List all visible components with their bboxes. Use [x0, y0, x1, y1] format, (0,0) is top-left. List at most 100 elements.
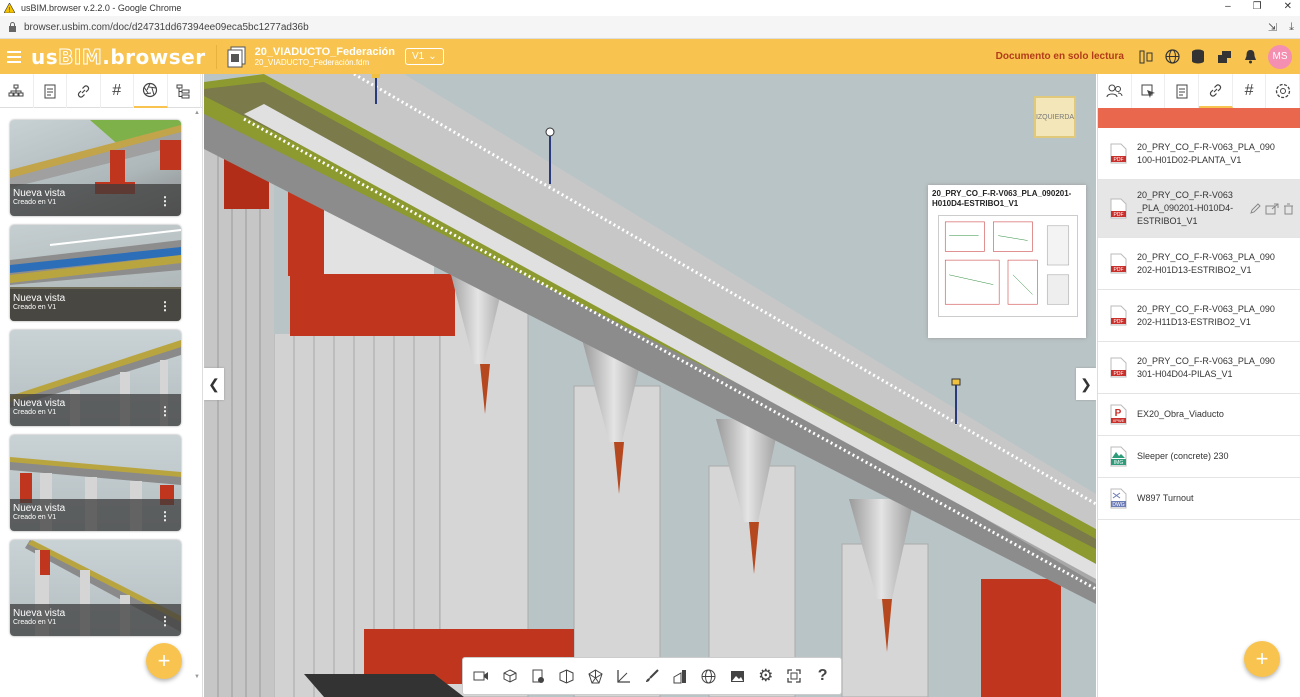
- image-file-icon: IMG: [1110, 446, 1127, 467]
- database-icon[interactable]: [1190, 49, 1206, 65]
- box-section-icon[interactable]: [556, 665, 578, 687]
- help-icon[interactable]: ?: [812, 665, 834, 687]
- avatar[interactable]: MS: [1268, 44, 1292, 69]
- list-item[interactable]: PDF 20_PRY_CO_F-R-V063_PLA_090202-H01D13…: [1098, 238, 1300, 290]
- list-item[interactable]: IMG Sleeper (concrete) 230: [1098, 436, 1300, 478]
- globe-icon[interactable]: [698, 665, 720, 687]
- view-thumbnail[interactable]: Nueva vista Creado en V1 ⋮: [10, 540, 181, 636]
- svg-text:PDF: PDF: [1114, 319, 1124, 325]
- list-item[interactable]: P XPWE EX20_Obra_Viaducto: [1098, 394, 1300, 436]
- list-item[interactable]: PDF 20_PRY_CO_F-R-V063_PLA_090100-H01D02…: [1098, 128, 1300, 180]
- more-options-icon[interactable]: ⋮: [159, 299, 171, 313]
- camera-icon[interactable]: [470, 665, 492, 687]
- left-panel: # Nueva vista Creado en V1 ⋮ Nueva vista C…: [0, 74, 203, 697]
- tab-settings[interactable]: [1266, 74, 1300, 108]
- install-icon[interactable]: ⇲: [1268, 21, 1277, 34]
- tab-document[interactable]: [1165, 74, 1200, 108]
- gear-icon[interactable]: ⚙: [755, 665, 777, 687]
- globe-icon[interactable]: [1164, 49, 1180, 65]
- view-thumbnail[interactable]: Nueva vista Creado en V1 ⋮: [10, 435, 181, 531]
- more-options-icon[interactable]: ⋮: [159, 614, 171, 628]
- windows-icon[interactable]: [1216, 49, 1232, 65]
- more-options-icon[interactable]: ⋮: [159, 194, 171, 208]
- linked-files-list: PDF 20_PRY_CO_F-R-V063_PLA_090100-H01D02…: [1098, 128, 1300, 520]
- svg-text:!: !: [9, 7, 11, 13]
- document-pin-icon[interactable]: [527, 665, 549, 687]
- edit-icon[interactable]: [1249, 202, 1261, 220]
- pdf-file-icon: PDF: [1110, 198, 1127, 219]
- gear-eye-icon: [1275, 83, 1290, 99]
- maximize-icon[interactable]: ❐: [1253, 1, 1262, 12]
- more-options-icon[interactable]: ⋮: [159, 509, 171, 523]
- menu-icon[interactable]: [7, 50, 21, 63]
- address-bar[interactable]: browser.usbim.com/doc/d24731dd67394ee09e…: [0, 16, 1300, 39]
- download-icon[interactable]: ⤓: [1289, 21, 1294, 34]
- preview-title: 20_PRY_CO_F-R-V063_PLA_090201-H010D4-EST…: [932, 189, 1072, 208]
- pdf-file-icon: PDF: [1110, 253, 1127, 274]
- fullscreen-icon[interactable]: [783, 665, 805, 687]
- bell-icon[interactable]: [1242, 49, 1258, 65]
- document-filename: 20_VIADUCTO_Federación.fdm: [254, 58, 370, 67]
- svg-text:DWG: DWG: [1112, 502, 1124, 508]
- add-view-button[interactable]: +: [146, 643, 182, 679]
- close-icon[interactable]: ✕: [1284, 1, 1292, 12]
- views-list: Nueva vista Creado en V1 ⋮ Nueva vista Cre…: [10, 120, 182, 645]
- next-arrow[interactable]: ❯: [1076, 368, 1096, 400]
- users-icon: [1106, 84, 1123, 98]
- image-icon[interactable]: [726, 665, 748, 687]
- tab-select[interactable]: [1132, 74, 1166, 108]
- trash-icon[interactable]: [1283, 202, 1294, 220]
- split-view-icon[interactable]: [1138, 49, 1154, 65]
- pdf-file-icon: PDF: [1110, 305, 1127, 326]
- scrollbar[interactable]: ▲ ▼: [194, 110, 200, 680]
- list-item[interactable]: DWG W897 Turnout: [1098, 478, 1300, 520]
- tab-structure[interactable]: [0, 74, 34, 108]
- bridge-3d-model: [204, 74, 1096, 697]
- camera-aperture-icon: [143, 82, 158, 98]
- model-viewport[interactable]: ❮ ❯ IZQUIERDA 20_PRY_CO_F-R-V063_PLA_090…: [204, 74, 1096, 697]
- more-options-icon[interactable]: ⋮: [159, 404, 171, 418]
- tab-users[interactable]: [1098, 74, 1132, 108]
- view-thumbnail[interactable]: Nueva vista Creado en V1 ⋮: [10, 330, 181, 426]
- wireframe-icon[interactable]: [584, 665, 606, 687]
- document-title: 20_VIADUCTO_Federación: [254, 46, 395, 58]
- measure-angle-icon[interactable]: [612, 665, 634, 687]
- tab-links[interactable]: [67, 74, 101, 108]
- previous-arrow[interactable]: ❮: [204, 368, 224, 400]
- tab-properties[interactable]: [34, 74, 67, 108]
- hash-icon: #: [112, 82, 122, 99]
- version-select[interactable]: V1 ⌄: [404, 48, 444, 65]
- right-tabs: #: [1098, 74, 1300, 108]
- tab-links[interactable]: [1199, 74, 1233, 108]
- section-header-bar: [1098, 108, 1300, 128]
- view-thumbnail[interactable]: Nueva vista Creado en V1 ⋮: [10, 120, 181, 216]
- cube-icon[interactable]: [499, 665, 521, 687]
- brush-icon[interactable]: [641, 665, 663, 687]
- list-item[interactable]: PDF 20_PRY_CO_F-R-V063_PLA_090202-H11D13…: [1098, 290, 1300, 342]
- chevron-left-icon: ❮: [208, 375, 220, 392]
- warning-icon: !: [4, 3, 15, 13]
- svg-text:PDF: PDF: [1114, 371, 1124, 377]
- view-thumbnail[interactable]: Nueva vista Creado en V1 ⋮: [10, 225, 181, 321]
- hierarchy-icon: [8, 84, 24, 97]
- tab-tags[interactable]: #: [1233, 74, 1267, 108]
- tree-list-icon: [176, 84, 190, 98]
- open-external-icon[interactable]: [1265, 202, 1279, 220]
- window-title: usBIM.browser v.2.2.0 - Google Chrome: [21, 3, 182, 13]
- list-item[interactable]: PDF 20_PRY_CO_F-R-V063_PLA_090301-H04D04…: [1098, 342, 1300, 394]
- tab-tree[interactable]: [168, 74, 201, 108]
- tab-views[interactable]: [134, 74, 168, 108]
- minimize-icon[interactable]: –: [1225, 1, 1231, 12]
- right-panel: # PDF 20_PRY_CO_F-R-V063_PLA_090100-H01D…: [1097, 74, 1300, 697]
- lock-icon: [9, 22, 16, 32]
- svg-text:IMG: IMG: [1114, 460, 1124, 466]
- usbim-logo: usBIM.browser: [31, 44, 206, 69]
- section-plane-icon[interactable]: [669, 665, 691, 687]
- view-cube[interactable]: IZQUIERDA: [1034, 96, 1076, 138]
- hash-icon: #: [1244, 82, 1254, 99]
- add-link-button[interactable]: +: [1244, 641, 1280, 677]
- list-item[interactable]: PDF 20_PRY_CO_F-R-V063_PLA_090201-H010D4…: [1098, 180, 1300, 238]
- dwg-file-icon: DWG: [1110, 488, 1127, 509]
- url-text[interactable]: browser.usbim.com/doc/d24731dd67394ee09e…: [24, 22, 309, 33]
- tab-tags[interactable]: #: [101, 74, 134, 108]
